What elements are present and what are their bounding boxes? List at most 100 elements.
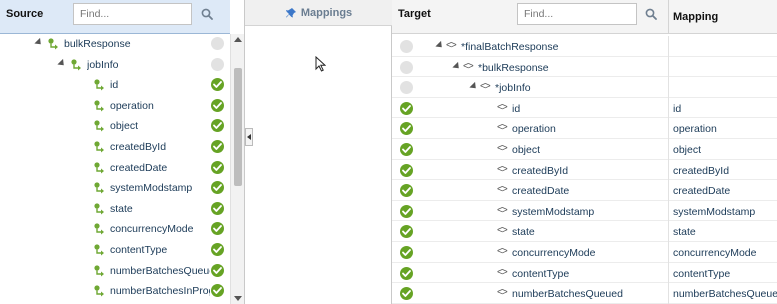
expand-toggle-icon[interactable] (435, 40, 445, 51)
target-tree-row[interactable]: <> systemModstamp systemModstamp (392, 200, 777, 222)
target-element-label: object (512, 143, 541, 156)
check-circle-icon (211, 160, 224, 174)
target-tree-row[interactable]: <> createdById createdById (392, 159, 777, 181)
source-field-icon (94, 100, 104, 112)
mapping-value[interactable]: id (668, 97, 777, 119)
check-circle-icon (400, 287, 413, 301)
source-tree-row[interactable]: state (0, 199, 230, 220)
source-tree-row[interactable]: bulkResponse (0, 34, 230, 55)
mapping-value[interactable]: createdDate (668, 180, 777, 201)
xml-element-icon: <> (480, 81, 491, 93)
source-tree-row[interactable]: jobInfo (0, 55, 230, 76)
collapse-source-handle[interactable] (245, 128, 253, 146)
source-field-icon (94, 264, 104, 277)
source-field-label: createdDate (110, 161, 168, 174)
target-tree-row[interactable]: <> *finalBatchResponse (392, 36, 777, 57)
source-tree-row[interactable]: systemModstamp (0, 178, 230, 199)
target-tree-row[interactable]: <> state state (392, 221, 777, 242)
target-tree-row[interactable]: <> *bulkResponse (392, 56, 777, 78)
target-title: Target (398, 8, 431, 20)
mapping-value[interactable]: createdById (668, 159, 777, 181)
target-search-input[interactable] (518, 4, 636, 24)
check-circle-icon (211, 139, 224, 153)
target-element-label: systemModstamp (512, 205, 595, 218)
mapping-value[interactable]: concurrencyMode (668, 241, 777, 263)
source-find-box (73, 3, 192, 25)
target-element-label: contentType (512, 267, 570, 280)
mapping-value[interactable]: operation (668, 118, 777, 139)
check-circle-icon (211, 119, 224, 133)
source-tree-row[interactable]: operation (0, 96, 230, 117)
source-field-label: operation (110, 99, 154, 112)
target-tree-row[interactable]: <> concurrencyMode concurrencyMode (392, 241, 777, 263)
source-search-button[interactable] (196, 3, 218, 25)
scroll-up-arrow-icon[interactable] (234, 37, 242, 42)
target-element-label: createdById (512, 164, 569, 177)
source-field-icon (71, 58, 81, 71)
source-tree-row[interactable]: object (0, 116, 230, 137)
source-scroll-thumb[interactable] (234, 68, 242, 186)
expand-toggle-icon[interactable] (469, 82, 479, 92)
source-search-input[interactable] (74, 4, 191, 24)
source-tree-row[interactable]: id (0, 75, 230, 96)
mapping-value[interactable] (668, 36, 777, 57)
source-tree-row[interactable]: numberBatchesQueued (0, 261, 230, 282)
target-element-label: *bulkResponse (478, 61, 549, 74)
target-tree-row[interactable]: <> *jobInfo (392, 77, 777, 98)
target-tree-row[interactable]: <> numberBatchesQueued numberBatchesQueued (392, 283, 777, 304)
mapping-value[interactable] (668, 56, 777, 78)
mapping-value[interactable]: systemModstamp (668, 200, 777, 222)
empty-circle-icon (400, 40, 413, 53)
mapping-value[interactable] (668, 77, 777, 98)
source-scrollbar[interactable] (230, 34, 244, 304)
check-circle-icon (400, 122, 413, 136)
xml-element-icon: <> (497, 163, 508, 175)
expand-toggle-icon[interactable] (57, 58, 67, 68)
xml-element-icon: <> (497, 266, 508, 278)
pin-icon (285, 7, 296, 17)
source-tree-row[interactable]: numberBatchesInProgress (0, 281, 230, 302)
source-field-label: systemModstamp (110, 182, 193, 195)
expand-toggle-icon[interactable] (34, 37, 44, 48)
mappings-pane: Mappings (245, 0, 392, 304)
source-field-icon (48, 38, 58, 50)
target-search-button[interactable] (640, 3, 662, 25)
search-icon (645, 8, 657, 20)
target-tree-row[interactable]: <> id id (392, 97, 777, 119)
source-tree-row[interactable]: contentType (0, 240, 230, 261)
source-field-label: jobInfo (87, 58, 119, 71)
mapping-value[interactable]: contentType (668, 262, 777, 284)
mapping-value[interactable]: state (668, 221, 777, 242)
source-tree-row[interactable]: createdDate (0, 158, 230, 179)
mapping-column-title: Mapping (673, 11, 719, 23)
target-element-label: numberBatchesQueued (512, 288, 623, 301)
mapping-value[interactable]: numberBatchesQueued (668, 283, 777, 304)
source-tree-row[interactable]: concurrencyMode (0, 219, 230, 240)
empty-circle-icon (400, 81, 413, 95)
check-circle-icon (211, 201, 224, 215)
expand-toggle-icon[interactable] (452, 61, 462, 71)
xml-element-icon: <> (463, 60, 474, 72)
xml-element-icon: <> (497, 101, 508, 113)
source-field-icon (94, 120, 104, 132)
check-circle-icon (211, 78, 224, 92)
check-circle-icon (211, 263, 224, 277)
target-tree-row[interactable]: <> contentType contentType (392, 262, 777, 284)
source-pane: Source bulkResponse jobInfo id operation obj… (0, 0, 245, 304)
target-tree-row[interactable]: <> object object (392, 138, 777, 160)
target-element-label: concurrencyMode (512, 246, 596, 259)
target-element-label: state (512, 226, 535, 239)
check-circle-icon (400, 184, 413, 198)
source-field-label: numberBatchesQueued (110, 264, 210, 277)
check-circle-icon (400, 245, 413, 259)
check-circle-icon (211, 222, 224, 236)
check-circle-icon (400, 101, 413, 115)
xml-element-icon: <> (497, 245, 508, 257)
source-header: Source (0, 0, 230, 34)
target-tree-row[interactable]: <> operation operation (392, 118, 777, 139)
mapping-value[interactable]: object (668, 138, 777, 160)
target-tree-row[interactable]: <> createdDate createdDate (392, 180, 777, 201)
scroll-down-arrow-icon[interactable] (234, 296, 242, 301)
xml-element-icon: <> (497, 184, 508, 196)
source-tree-row[interactable]: createdById (0, 137, 230, 158)
